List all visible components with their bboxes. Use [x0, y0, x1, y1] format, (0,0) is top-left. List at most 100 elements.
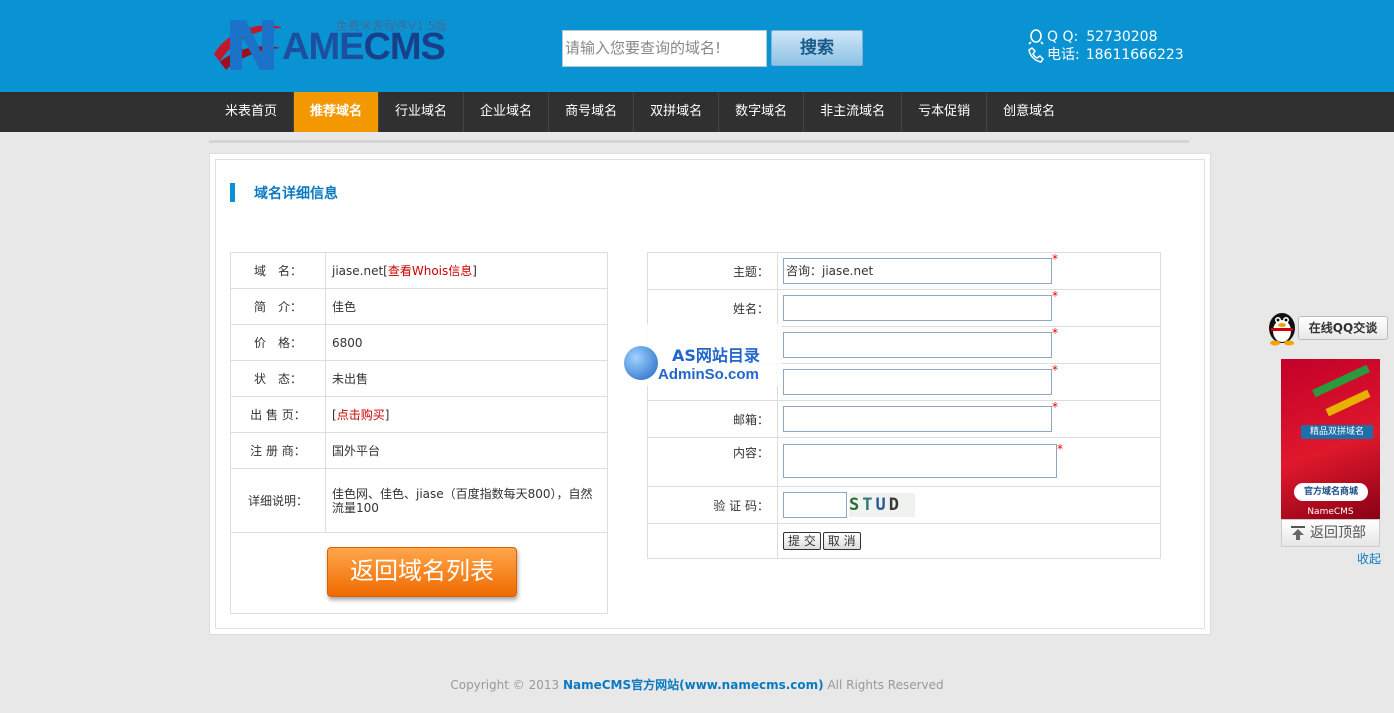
nav-item[interactable]: 亏本促销 — [901, 92, 986, 132]
registrar-label: 注 册 商： — [230, 432, 326, 469]
email-cell: * — [777, 400, 1161, 438]
content-label: 内容： — [647, 437, 778, 487]
domain-value: jiase.net — [332, 264, 384, 278]
phone-number: 18611666223 — [1085, 47, 1184, 63]
nav-item[interactable]: 企业域名 — [463, 92, 548, 132]
nav-item[interactable]: 创意域名 — [986, 92, 1071, 132]
form-row: 邮箱： * — [647, 400, 1161, 438]
intro-value: 佳色 — [325, 288, 608, 325]
required-mark: * — [1052, 400, 1058, 414]
table-row: 域 名： jiase.net[查看Whois信息] — [230, 252, 608, 289]
phone-row: 电话: 18611666223 — [1027, 46, 1184, 64]
logo-name-a: AME — [282, 26, 364, 68]
price-label: 价 格： — [230, 324, 326, 361]
detail-value: 佳色网、佳色、jiase（百度指数每天800），自然流量100 — [325, 468, 608, 533]
captcha-char: T — [862, 495, 876, 515]
nav-item[interactable]: 数字域名 — [718, 92, 803, 132]
qq-label: Q Q: — [1047, 29, 1079, 45]
footer-brand-link[interactable]: NameCMS官方网站(www.namecms.com) — [563, 678, 824, 692]
intro-label: 简 介： — [230, 288, 326, 325]
nav-item[interactable]: 双拼域名 — [633, 92, 718, 132]
footer-prefix: Copyright © 2013 — [450, 678, 563, 692]
nav-item[interactable]: 行业域名 — [378, 92, 463, 132]
watermark: AS网站目录 AdminSo.com — [622, 324, 782, 386]
captcha-label: 验 证 码： — [647, 486, 778, 524]
required-mark: * — [1057, 442, 1063, 456]
qq-chat-label[interactable]: 在线QQ交谈 — [1298, 316, 1388, 340]
section-title: 域名详细信息 — [254, 186, 338, 202]
main-nav: 米表首页 推荐域名 行业域名 企业域名 商号域名 双拼域名 数字域名 非主流域名 亏本促销 创意域… — [0, 92, 1394, 132]
nav-item[interactable]: 非主流域名 — [803, 92, 901, 132]
status-label: 状 态： — [230, 360, 326, 397]
price-value: 6800 — [325, 324, 608, 361]
empty-cell — [647, 523, 778, 559]
name-input[interactable] — [783, 295, 1052, 321]
whois-link[interactable]: 查看Whois信息 — [388, 264, 472, 278]
section-title-bar — [230, 183, 235, 202]
watermark-line2: AdminSo.com — [658, 366, 759, 383]
qq-icon — [1028, 29, 1044, 45]
contact-info: Q Q: 52730208 电话: 18611666223 — [1027, 28, 1184, 64]
content-cell: * — [777, 437, 1161, 487]
captcha-cell: STUD — [777, 486, 1161, 524]
form-row: 验 证 码： STUD — [647, 486, 1161, 524]
footer: Copyright © 2013 NameCMS官方网站(www.namecms… — [0, 676, 1394, 693]
globe-icon — [624, 346, 658, 380]
buy-link[interactable]: 点击购买 — [337, 408, 385, 422]
phone-label: 电话: — [1047, 47, 1080, 63]
domain-mall-ad[interactable]: 精品双拼域名 官方域名商城 NameCMS — [1281, 359, 1380, 519]
ad-footer: NameCMS — [1307, 507, 1354, 517]
cancel-button[interactable]: 取 消 — [822, 532, 861, 550]
arrow-up-icon — [1291, 526, 1305, 540]
domain-cell: jiase.net[查看Whois信息] — [325, 252, 608, 289]
table-row: 详细说明： 佳色网、佳色、jiase（百度指数每天800），自然流量100 — [230, 468, 608, 533]
required-mark: * — [1052, 363, 1058, 377]
field-cell-2: * — [777, 363, 1161, 401]
captcha-char: D — [888, 495, 902, 515]
ad-mall-button[interactable]: 官方域名商城 — [1294, 483, 1368, 501]
sale-cell: [点击购买] — [325, 396, 608, 433]
required-mark: * — [1052, 326, 1058, 340]
form-row: 内容： * — [647, 437, 1161, 487]
captcha-char: S — [849, 495, 863, 515]
table-row: 简 介： 佳色 — [230, 288, 608, 325]
divider — [209, 140, 1189, 143]
table-row: 出 售 页： [点击购买] — [230, 396, 608, 433]
qq-number: 52730208 — [1086, 29, 1158, 45]
qq-chat-widget[interactable]: 在线QQ交谈 — [1262, 306, 1389, 346]
submit-button[interactable]: 提 交 — [783, 532, 821, 550]
back-to-top-label: 返回顶部 — [1310, 525, 1366, 541]
captcha-input[interactable] — [783, 492, 847, 518]
name-cell: * — [777, 289, 1161, 327]
penguin-icon — [1269, 313, 1295, 346]
watermark-line1: AS网站目录 — [672, 346, 760, 365]
ad-sign: 精品双拼域名 — [1301, 425, 1373, 439]
captcha-image[interactable]: STUD — [849, 493, 915, 517]
subject-input[interactable]: 咨询：jiase.net — [783, 258, 1052, 284]
phone-icon — [1028, 47, 1044, 63]
form-row: 主题： 咨询：jiase.net* — [647, 252, 1161, 290]
captcha-char: U — [875, 495, 889, 515]
subject-cell: 咨询：jiase.net* — [777, 252, 1161, 290]
search-button[interactable]: 搜索 — [771, 30, 863, 66]
collapse-link[interactable]: 收起 — [1357, 550, 1381, 567]
field-cell-1: * — [777, 326, 1161, 364]
nav-item[interactable]: 推荐域名 — [293, 92, 379, 132]
inquiry-form: 主题： 咨询：jiase.net* 姓名： * * * 邮箱： * 内容： * … — [647, 252, 1161, 559]
field-input-2[interactable] — [783, 369, 1052, 395]
required-mark: * — [1052, 289, 1058, 303]
field-input-1[interactable] — [783, 332, 1052, 358]
form-row: 提 交取 消 — [647, 523, 1161, 559]
content-textarea[interactable] — [783, 444, 1057, 478]
back-to-top-button[interactable]: 返回顶部 — [1281, 519, 1380, 547]
domain-label: 域 名： — [230, 252, 326, 289]
back-to-list-button[interactable]: 返回域名列表 — [327, 547, 517, 597]
table-row: 注 册 商： 国外平台 — [230, 432, 608, 469]
email-input[interactable] — [783, 406, 1052, 432]
search-input[interactable]: 请输入您要查询的域名! — [562, 30, 767, 67]
header: 免费米表程序V1.5版 AMECMS 请输入您要查询的域名! 搜索 Q Q: 5… — [0, 0, 1394, 92]
table-row: 价 格： 6800 — [230, 324, 608, 361]
table-row: 状 态： 未出售 — [230, 360, 608, 397]
nav-item[interactable]: 米表首页 — [209, 92, 293, 132]
nav-item[interactable]: 商号域名 — [548, 92, 633, 132]
